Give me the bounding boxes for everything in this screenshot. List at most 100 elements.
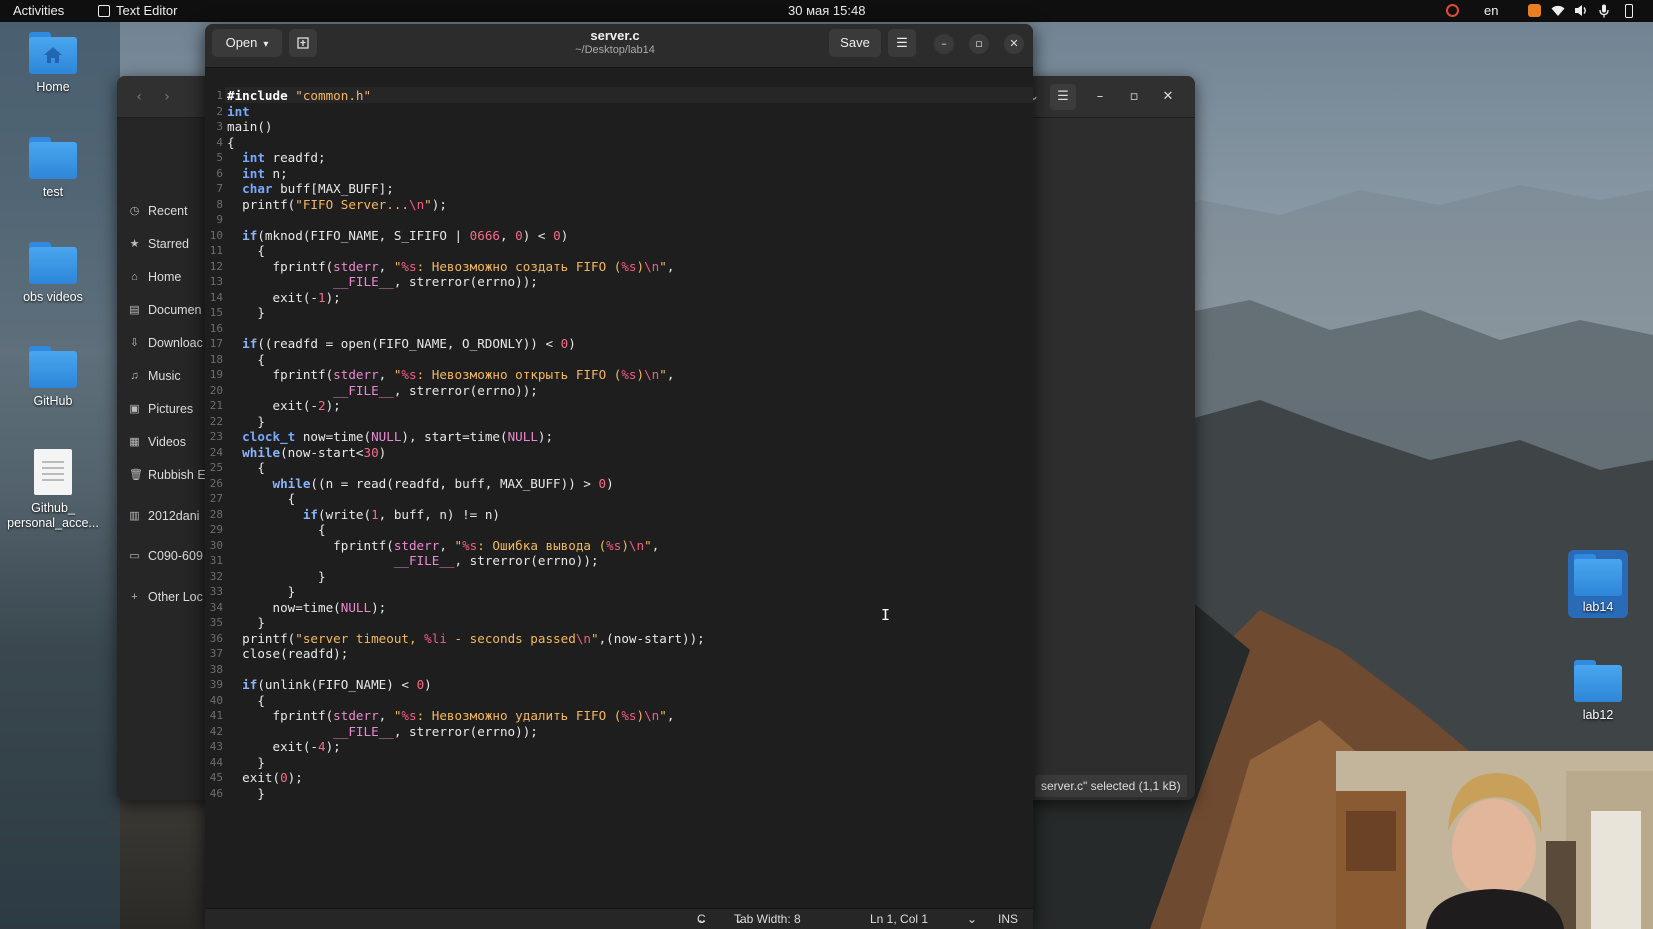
- code-line[interactable]: }: [227, 305, 705, 321]
- back-button[interactable]: ‹: [127, 86, 151, 108]
- code-line[interactable]: while(now-start<30): [227, 445, 705, 461]
- code-line[interactable]: now=time(NULL);: [227, 600, 705, 616]
- code-line[interactable]: int n;: [227, 166, 705, 182]
- desktop-icon-label: obs videos: [23, 290, 83, 304]
- code-line[interactable]: {: [227, 352, 705, 368]
- code-line[interactable]: {: [227, 243, 705, 259]
- minimize-button[interactable]: –: [1087, 84, 1113, 110]
- desktop-icon-github-token[interactable]: Github_ personal_acce...: [0, 449, 108, 531]
- line-number: 6: [216, 166, 223, 180]
- code-line[interactable]: exit(0);: [227, 770, 705, 786]
- desktop-icon-test[interactable]: test: [0, 137, 108, 199]
- main-menu-button[interactable]: ☰: [888, 29, 916, 57]
- code-line[interactable]: char buff[MAX_BUFF];: [227, 181, 705, 197]
- code-line[interactable]: __FILE__, strerror(errno));: [227, 274, 705, 290]
- code-line[interactable]: {: [227, 693, 705, 709]
- keyboard-layout-indicator[interactable]: en: [1484, 3, 1498, 18]
- activities-button[interactable]: Activities: [13, 3, 64, 18]
- volume-icon[interactable]: [1574, 4, 1587, 17]
- sidebar-item-starred[interactable]: ★ Starred: [129, 237, 189, 251]
- desktop-icon-home[interactable]: Home: [0, 32, 108, 94]
- code-line[interactable]: fprintf(stderr, "%s: Невозможно открыть …: [227, 367, 705, 383]
- code-line[interactable]: {: [227, 460, 705, 476]
- code-line[interactable]: while((n = read(readfd, buff, MAX_BUFF))…: [227, 476, 705, 492]
- sidebar-item-rubbish[interactable]: 🗑 Rubbish E: [129, 468, 206, 482]
- code-line[interactable]: int readfd;: [227, 150, 705, 166]
- line-number: 37: [209, 647, 223, 660]
- source-code[interactable]: #include "common.h" int main(){ int readfd…: [227, 88, 705, 801]
- desktop-icon-github[interactable]: GitHub: [0, 346, 108, 408]
- open-button[interactable]: Open ▾: [212, 29, 282, 57]
- desktop-icon-lab12[interactable]: lab12: [1568, 660, 1628, 722]
- code-line[interactable]: }: [227, 755, 705, 771]
- new-tab-button[interactable]: [289, 29, 317, 57]
- code-line[interactable]: int: [227, 104, 705, 120]
- microphone-icon[interactable]: [1598, 4, 1611, 18]
- app-menu[interactable]: Text Editor: [98, 3, 177, 18]
- code-line[interactable]: if((readfd = open(FIFO_NAME, O_RDONLY)) …: [227, 336, 705, 352]
- maximize-button[interactable]: ▫: [969, 34, 989, 54]
- code-line[interactable]: if(mknod(FIFO_NAME, S_IFIFO | 0666, 0) <…: [227, 228, 705, 244]
- code-line[interactable]: main(): [227, 119, 705, 135]
- code-line[interactable]: {: [227, 491, 705, 507]
- code-line[interactable]: fprintf(stderr, "%s: Невозможно создать …: [227, 259, 705, 275]
- code-line[interactable]: clock_t now=time(NULL), start=time(NULL)…: [227, 429, 705, 445]
- desktop-icon-obs-videos[interactable]: obs videos: [0, 242, 108, 304]
- code-line[interactable]: }: [227, 786, 705, 802]
- sidebar-item-pictures[interactable]: ▣ Pictures: [129, 402, 193, 416]
- sidebar-item-volume[interactable]: ▭ C090-609: [129, 549, 203, 563]
- code-line[interactable]: fprintf(stderr, "%s: Невозможно удалить …: [227, 708, 705, 724]
- selection-highlight: lab14: [1568, 550, 1628, 618]
- sidebar-item-documents[interactable]: ▤ Documen: [129, 303, 201, 317]
- close-button[interactable]: ✕: [1155, 84, 1181, 110]
- code-line[interactable]: __FILE__, strerror(errno));: [227, 724, 705, 740]
- code-line[interactable]: [227, 662, 705, 678]
- sidebar-item-videos[interactable]: ▦ Videos: [129, 435, 186, 449]
- cursor-position[interactable]: Ln 1, Col 1: [870, 909, 928, 929]
- code-line[interactable]: printf("server timeout, %li - seconds pa…: [227, 631, 705, 647]
- file-manager-menu-button[interactable]: ☰: [1050, 84, 1076, 110]
- forward-button[interactable]: ›: [155, 86, 179, 108]
- code-line[interactable]: }: [227, 584, 705, 600]
- code-view[interactable]: 1 2 3 4 5 6 7 8 9 10 11 12 13 14 15 16 17 18 19 20 21 22 23 24 2…: [205, 68, 1033, 908]
- code-line[interactable]: __FILE__, strerror(errno));: [227, 383, 705, 399]
- clock[interactable]: 30 мая 15:48: [788, 3, 865, 18]
- code-line[interactable]: {: [227, 522, 705, 538]
- sidebar-item-music[interactable]: ♫ Music: [129, 369, 180, 383]
- sidebar-item-recent[interactable]: ◷ Recent: [129, 204, 188, 218]
- close-button[interactable]: ✕: [1004, 34, 1024, 54]
- code-line[interactable]: printf("FIFO Server...\n");: [227, 197, 705, 213]
- insert-mode-indicator[interactable]: INS: [998, 909, 1018, 929]
- desktop-icon-lab14[interactable]: lab14: [1568, 550, 1628, 618]
- code-line[interactable]: exit(-2);: [227, 398, 705, 414]
- update-icon[interactable]: [1528, 4, 1541, 17]
- sidebar-item-downloads[interactable]: ⇩ Downloac: [129, 336, 203, 350]
- battery-icon[interactable]: [1625, 4, 1633, 18]
- recording-indicator-icon[interactable]: [1446, 4, 1459, 17]
- wifi-icon[interactable]: [1551, 4, 1565, 17]
- code-line[interactable]: exit(-4);: [227, 739, 705, 755]
- code-line[interactable]: {: [227, 135, 705, 151]
- sidebar-item-other-locations[interactable]: + Other Loc: [129, 590, 203, 604]
- code-line[interactable]: [227, 212, 705, 228]
- code-line[interactable]: exit(-1);: [227, 290, 705, 306]
- save-button[interactable]: Save: [829, 29, 881, 57]
- code-line[interactable]: if(unlink(FIFO_NAME) < 0): [227, 677, 705, 693]
- maximize-button[interactable]: ▫: [1121, 84, 1147, 110]
- code-line[interactable]: }: [227, 615, 705, 631]
- code-line[interactable]: fprintf(stderr, "%s: Ошибка вывода (%s)\…: [227, 538, 705, 554]
- code-line[interactable]: __FILE__, strerror(errno));: [227, 553, 705, 569]
- code-line[interactable]: #include "common.h": [227, 88, 705, 104]
- minimize-button[interactable]: –: [934, 34, 954, 54]
- code-line[interactable]: [227, 321, 705, 337]
- code-line[interactable]: }: [227, 414, 705, 430]
- text-editor-window[interactable]: Open ▾ server.c ~/Desktop/lab14 Save ☰ – …: [205, 24, 1033, 929]
- code-line[interactable]: close(readfd);: [227, 646, 705, 662]
- line-number: 43: [209, 740, 223, 753]
- code-line[interactable]: if(write(1, buff, n) != n): [227, 507, 705, 523]
- sidebar-item-home[interactable]: ⌂ Home: [129, 270, 181, 284]
- chevron-down-icon[interactable]: ⌄: [967, 909, 977, 929]
- code-line[interactable]: }: [227, 569, 705, 585]
- desktop-icon-label: GitHub: [33, 394, 73, 408]
- sidebar-item-drive[interactable]: ▥ 2012dani: [129, 509, 199, 523]
